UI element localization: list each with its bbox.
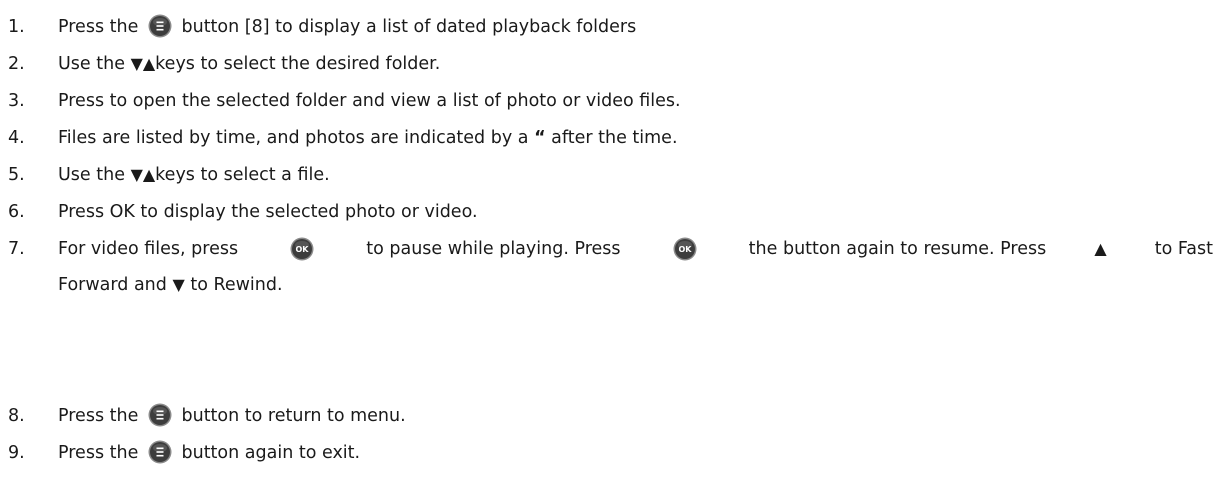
list-item: 3. Press to open the selected folder and …: [8, 83, 1213, 119]
step-text-segment: For video files, press: [58, 239, 239, 259]
step-text-segment: keys to select the desired folder.: [155, 54, 441, 74]
step-text-segment: Press the: [58, 443, 139, 463]
ok-button-icon: OK: [290, 237, 314, 261]
ok-label: OK: [296, 245, 310, 254]
step-text: For video files, press OK to pause while…: [58, 231, 1213, 267]
step-text: Press OK to display the selected photo o…: [58, 202, 478, 222]
step-text-segment: after the time.: [551, 128, 678, 148]
step-line: Forward and ▼ to Rewind.: [8, 267, 1213, 303]
step-text-segment: the button again to resume. Press: [748, 239, 1047, 259]
step-number: 7.: [8, 239, 25, 259]
list-item: 4. Files are listed by time, and photos a…: [8, 120, 1213, 156]
ok-button-icon: OK: [673, 237, 697, 261]
step-text-segment: to Rewind.: [190, 275, 283, 295]
step-text-segment: Files are listed by time, and photos are…: [58, 128, 529, 148]
down-up-arrow-keys: ▼▲: [130, 54, 156, 73]
step-line: 7. For video files, press OK to pause wh…: [8, 231, 1213, 267]
step-text-segment: Use the: [58, 54, 125, 74]
step-number: 1.: [8, 17, 25, 37]
step-text-segment: keys to select a file.: [155, 165, 330, 185]
step-number: 6.: [8, 202, 25, 222]
menu-button-icon: [148, 403, 172, 427]
step-text-segment: button again to exit.: [181, 443, 361, 463]
step-number: 9.: [8, 443, 25, 463]
step-text: Press the button to return to menu.: [58, 398, 406, 434]
step-text-segment: to pause while playing. Press: [366, 239, 621, 259]
step-text: Use the ▼▲keys to select a file.: [58, 157, 330, 193]
step-number: 5.: [8, 165, 25, 185]
list-item: 2. Use the ▼▲keys to select the desired f…: [8, 46, 1213, 82]
up-arrow-key: ▲: [1094, 239, 1107, 258]
list-item: 6. Press OK to display the selected photo…: [8, 194, 1213, 230]
step-number: 8.: [8, 406, 25, 426]
step-text-segment: Forward and: [58, 275, 167, 295]
quote-mark: “: [534, 128, 546, 148]
down-up-arrow-keys: ▼▲: [130, 165, 156, 184]
step-text: Press the button again to exit.: [58, 435, 360, 471]
step-text-segment: Use the: [58, 165, 125, 185]
step-text: Press to open the selected folder and vi…: [58, 91, 681, 111]
step-text: Use the ▼▲keys to select the desired fol…: [58, 46, 440, 82]
list-item: 5. Use the ▼▲keys to select a file.: [8, 157, 1213, 193]
list-item: 7. For video files, press OK to pause wh…: [8, 231, 1213, 303]
step-text-segment: Press the: [58, 17, 139, 37]
list-item: 8. Press the button to return to menu.: [8, 398, 1213, 434]
ok-label: OK: [678, 245, 692, 254]
down-arrow-key: ▼: [172, 275, 185, 294]
step-text: Files are listed by time, and photos are…: [58, 120, 678, 156]
step-text: Press the button [8] to display a list o…: [58, 9, 636, 45]
step-number: 2.: [8, 54, 25, 74]
instructions-document: 1. Press the button [8] to display a list…: [0, 0, 1220, 481]
list-item: 9. Press the button again to exit.: [8, 435, 1213, 471]
step-number: 3.: [8, 91, 25, 111]
step-text-segment: button to return to menu.: [181, 406, 406, 426]
step-text-segment: to Fast: [1154, 239, 1213, 259]
menu-button-icon: [148, 14, 172, 38]
step-number: 4.: [8, 128, 25, 148]
step-text-segment: Press the: [58, 406, 139, 426]
list-item: 1. Press the button [8] to display a list…: [8, 9, 1213, 45]
menu-button-icon: [148, 440, 172, 464]
step-text-segment: button [8] to display a list of dated pl…: [181, 17, 637, 37]
